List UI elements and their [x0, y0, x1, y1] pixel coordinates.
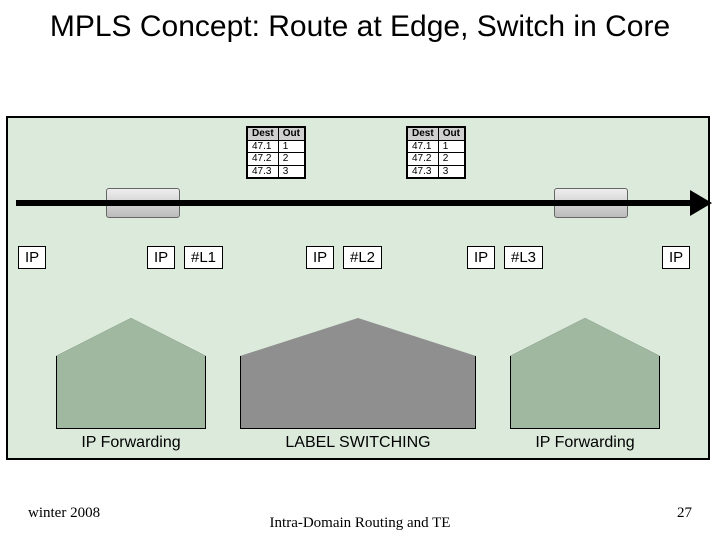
rt-left-r0c1: 1 — [278, 140, 304, 153]
diagram-frame: Dest Out 47.1 1 47.2 2 47.3 3 — [6, 116, 710, 460]
rt-right-r2c1: 3 — [438, 165, 464, 178]
chip-ip-1: IP — [18, 246, 46, 269]
building-edge-right — [510, 318, 660, 428]
rt-right-h0: Dest — [408, 128, 439, 141]
rt-left-r1c0: 47.2 — [248, 153, 279, 166]
rt-left-r1c1: 2 — [278, 153, 304, 166]
building-core — [240, 318, 476, 428]
chip-ip-5: IP — [662, 246, 690, 269]
chip-ip-3: IP — [306, 246, 334, 269]
rt-left-r2c1: 3 — [278, 165, 304, 178]
building-edge-left — [56, 318, 206, 428]
chip-l1: #L1 — [184, 246, 223, 269]
rt-right-r1c1: 2 — [438, 153, 464, 166]
rt-right-r2c0: 47.3 — [408, 165, 439, 178]
chip-l3: #L3 — [504, 246, 543, 269]
caption-ip-forwarding-right: IP Forwarding — [510, 434, 660, 452]
packet-flow-arrow — [16, 200, 704, 206]
rt-right-r0c0: 47.1 — [408, 140, 439, 153]
caption-ip-forwarding-left: IP Forwarding — [56, 434, 206, 452]
chip-l2: #L2 — [343, 246, 382, 269]
rt-right-r0c1: 1 — [438, 140, 464, 153]
slide-title: MPLS Concept: Route at Edge, Switch in C… — [0, 10, 720, 45]
rt-left-h1: Out — [278, 128, 304, 141]
packet-flow-arrowhead-icon — [690, 190, 712, 216]
slide: MPLS Concept: Route at Edge, Switch in C… — [0, 0, 720, 540]
chip-ip-4: IP — [467, 246, 495, 269]
rt-right-h1: Out — [438, 128, 464, 141]
footer-topic: Intra-Domain Routing and TE — [0, 515, 720, 532]
routing-table-left: Dest Out 47.1 1 47.2 2 47.3 3 — [246, 126, 306, 179]
rt-left-r0c0: 47.1 — [248, 140, 279, 153]
routing-table-right: Dest Out 47.1 1 47.2 2 47.3 3 — [406, 126, 466, 179]
chip-ip-2: IP — [147, 246, 175, 269]
rt-left-r2c0: 47.3 — [248, 165, 279, 178]
footer-page-number: 27 — [677, 505, 692, 522]
rt-left-h0: Dest — [248, 128, 279, 141]
caption-label-switching: LABEL SWITCHING — [240, 434, 476, 452]
rt-right-r1c0: 47.2 — [408, 153, 439, 166]
